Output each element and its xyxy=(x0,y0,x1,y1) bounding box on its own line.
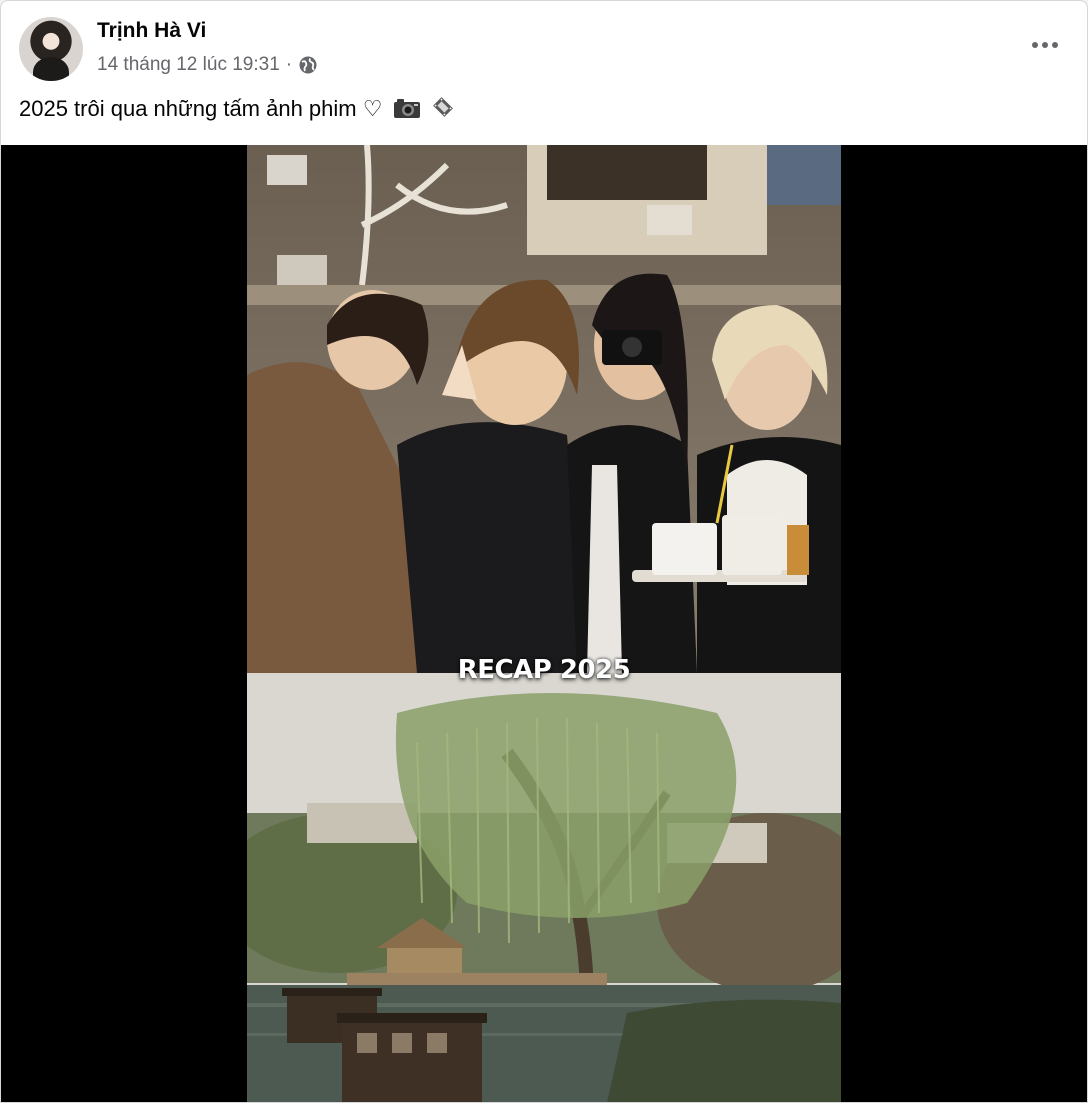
post-card: Trịnh Hà Vi 14 tháng 12 lúc 19:31 · 2025… xyxy=(0,0,1088,1103)
post-meta: 14 tháng 12 lúc 19:31 · xyxy=(97,54,318,76)
more-options-button[interactable] xyxy=(1025,25,1065,65)
lake-photo xyxy=(247,673,841,1102)
post-caption: 2025 trôi qua những tấm ảnh phim ♡ xyxy=(19,95,455,122)
recap-overlay-text: RECAP 2025 xyxy=(457,655,631,685)
camera-icon xyxy=(393,99,420,118)
globe-icon xyxy=(299,56,317,74)
more-dot xyxy=(1052,42,1058,48)
author-name[interactable]: Trịnh Hà Vi xyxy=(97,19,206,43)
post-timestamp[interactable]: 14 tháng 12 lúc 19:31 xyxy=(97,54,280,76)
caption-text: 2025 trôi qua những tấm ảnh phim ♡ xyxy=(19,96,383,121)
post-media[interactable]: RECAP 2025 xyxy=(1,145,1087,1102)
author-avatar[interactable] xyxy=(19,17,83,81)
more-dot xyxy=(1042,42,1048,48)
meta-separator: · xyxy=(285,54,293,75)
film-strip-icon xyxy=(432,97,453,117)
group-photo xyxy=(247,145,841,673)
more-horizontal-icon xyxy=(1032,42,1038,48)
post-header: Trịnh Hà Vi 14 tháng 12 lúc 19:31 · xyxy=(1,1,1087,89)
